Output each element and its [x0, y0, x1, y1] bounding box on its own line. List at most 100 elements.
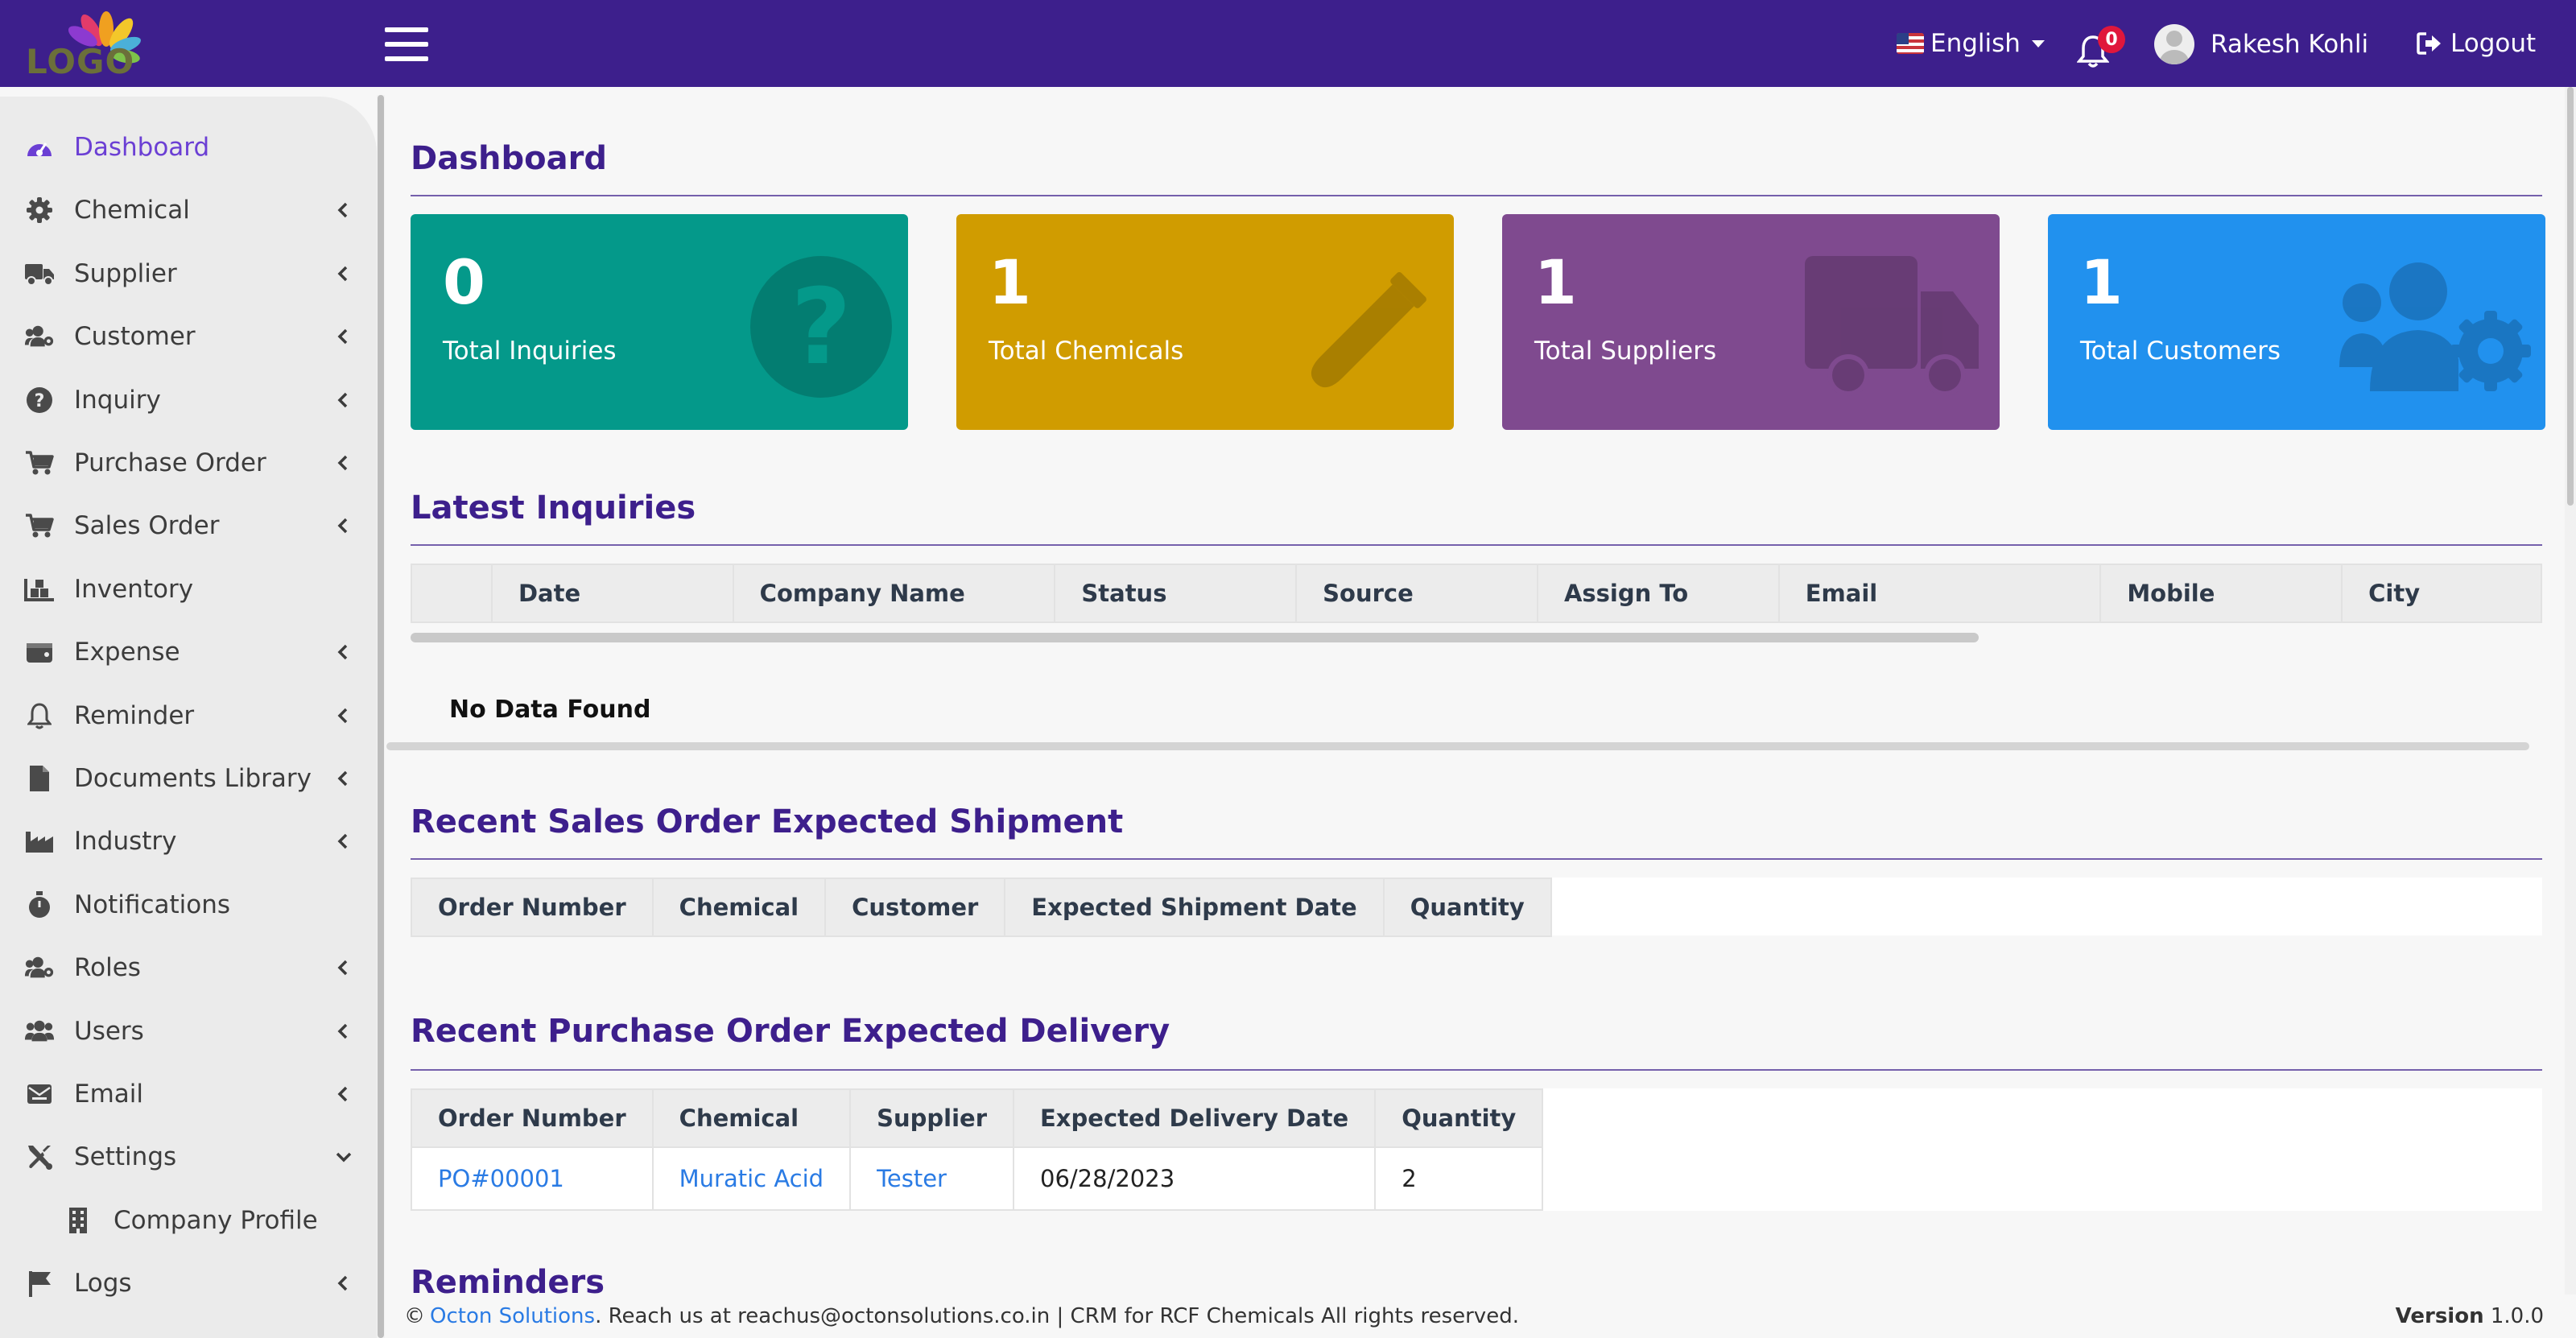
sidebar-item-customer[interactable]: Customer: [0, 308, 370, 365]
column-header[interactable]: Customer: [824, 878, 1006, 937]
sidebar-item-inquiry[interactable]: ? Inquiry: [0, 372, 370, 428]
column-header[interactable]: Chemical: [651, 878, 827, 937]
language-dropdown[interactable]: English: [1897, 27, 2045, 60]
user-name: Rakesh Kohli: [2211, 30, 2369, 59]
expected-delivery-date: 06/28/2023: [1012, 1146, 1377, 1211]
column-header[interactable]: Expected Delivery Date: [1012, 1088, 1377, 1148]
column-header[interactable]: Order Number: [411, 1088, 654, 1148]
column-header[interactable]: [411, 564, 493, 623]
industry-icon: [24, 826, 55, 857]
sidebar-item-chemical[interactable]: Chemical: [0, 182, 370, 238]
sidebar-item-email[interactable]: Email: [0, 1066, 370, 1122]
column-header[interactable]: Date: [490, 564, 734, 623]
column-header[interactable]: City: [2341, 564, 2542, 623]
chevron-left-icon: [335, 201, 353, 219]
supplier-link[interactable]: Tester: [849, 1146, 1014, 1211]
table-body: PO#00001 Muratic Acid Tester 06/28/2023 2: [411, 1146, 1544, 1211]
table-horizontal-scrollbar[interactable]: [411, 633, 1979, 642]
sidebar-item-sales-order[interactable]: Sales Order: [0, 498, 370, 554]
sidebar-item-label: Supplier: [74, 258, 177, 288]
cart-icon: [24, 448, 55, 478]
footer: © Octon Solutions . Reach us at reachus@…: [386, 1295, 2576, 1338]
version-info: Version 1.0.0: [2396, 1304, 2544, 1328]
column-header[interactable]: Quantity: [1374, 1088, 1544, 1148]
total-customers-card[interactable]: 1 Total Customers: [2048, 214, 2545, 430]
card-count: 1: [1534, 246, 1577, 318]
no-data-text: No Data Found: [449, 696, 651, 724]
card-count: 1: [989, 246, 1031, 318]
chevron-left-icon: [335, 1274, 353, 1292]
horizontal-scrollbar[interactable]: [386, 742, 2529, 750]
cart-icon: [24, 510, 55, 541]
total-chemicals-card[interactable]: 1 Total Chemicals: [956, 214, 1454, 430]
section-divider: [411, 195, 2542, 196]
sidebar-item-label: Company Profile: [114, 1205, 318, 1235]
question-icon: ?: [24, 385, 55, 415]
sidebar-item-expense[interactable]: Expense: [0, 624, 370, 680]
sidebar-item-notifications[interactable]: Notifications: [0, 877, 370, 933]
page-scrollbar[interactable]: [2565, 87, 2576, 1338]
notifications-button[interactable]: 0: [2077, 26, 2125, 69]
column-header[interactable]: Assign To: [1536, 564, 1780, 623]
column-header[interactable]: Company Name: [732, 564, 1056, 623]
order-number-link[interactable]: PO#00001: [411, 1146, 654, 1211]
users-cog-icon: [24, 321, 55, 352]
chevron-down-icon: [335, 1148, 353, 1166]
sidebar-item-settings[interactable]: Settings: [0, 1129, 370, 1185]
sidebar-item-supplier[interactable]: Supplier: [0, 246, 370, 302]
column-header[interactable]: Supplier: [849, 1088, 1014, 1148]
avatar: [2154, 24, 2194, 64]
caret-down-icon: [2031, 39, 2045, 47]
sidebar-item-documents-library[interactable]: Documents Library: [0, 750, 370, 807]
chevron-left-icon: [335, 959, 353, 977]
menu-toggle-button[interactable]: [385, 27, 428, 61]
logo[interactable]: LOGO: [23, 6, 167, 81]
sales-shipment-title: Recent Sales Order Expected Shipment: [411, 803, 1124, 840]
column-header[interactable]: Status: [1054, 564, 1298, 623]
sidebar-item-roles[interactable]: Roles: [0, 939, 370, 996]
column-header[interactable]: Expected Shipment Date: [1004, 878, 1385, 937]
user-menu[interactable]: Rakesh Kohli: [2154, 24, 2368, 64]
users-cog-icon: [2339, 262, 2531, 391]
hamburger-bar: [385, 42, 428, 47]
sidebar-item-purchase-order[interactable]: Purchase Order: [0, 435, 370, 491]
column-header[interactable]: Chemical: [651, 1088, 852, 1148]
hamburger-bar: [385, 27, 428, 32]
sidebar-item-reminder[interactable]: Reminder: [0, 688, 370, 744]
latest-inquiries-table: Date Company Name Status Source Assign To Ema…: [411, 564, 2542, 623]
column-header[interactable]: Quantity: [1382, 878, 1552, 937]
chevron-left-icon: [335, 454, 353, 472]
sidebar-item-company-profile[interactable]: Company Profile: [0, 1192, 370, 1249]
sidebar-item-dashboard[interactable]: Dashboard: [0, 119, 370, 176]
page-scrollbar-thumb[interactable]: [2567, 87, 2574, 506]
svg-text:?: ?: [35, 391, 45, 411]
chevron-left-icon: [335, 1085, 353, 1103]
column-header[interactable]: Order Number: [411, 878, 654, 937]
column-header[interactable]: Source: [1295, 564, 1538, 623]
sidebar-scrollbar-thumb[interactable]: [378, 95, 384, 1338]
section-divider: [411, 1069, 2542, 1071]
chemical-link[interactable]: Muratic Acid: [651, 1146, 852, 1211]
column-header[interactable]: Email: [1777, 564, 2102, 623]
sidebar-item-inventory[interactable]: Inventory: [0, 561, 370, 617]
purchase-delivery-title: Recent Purchase Order Expected Delivery: [411, 1013, 1170, 1050]
company-link[interactable]: Octon Solutions: [430, 1304, 595, 1328]
sidebar-item-logs[interactable]: Logs: [0, 1255, 370, 1311]
sidebar-item-label: Roles: [74, 953, 141, 983]
total-suppliers-card[interactable]: 1 Total Suppliers: [1502, 214, 2000, 430]
logout-button[interactable]: Logout: [2417, 29, 2536, 58]
sidebar-scrollbar[interactable]: [377, 95, 385, 1338]
copyright-symbol: ©: [404, 1304, 425, 1328]
sidebar-item-label: Settings: [74, 1142, 177, 1172]
chevron-left-icon: [335, 832, 353, 850]
hamburger-bar: [385, 56, 428, 61]
sidebar-item-industry[interactable]: Industry: [0, 813, 370, 869]
column-header[interactable]: Mobile: [2099, 564, 2343, 623]
top-navbar: LOGO English 0 Rakesh Kohli Logout: [0, 0, 2576, 87]
sidebar-item-users[interactable]: Users: [0, 1003, 370, 1059]
chevron-left-icon: [335, 391, 353, 409]
building-icon: [63, 1205, 93, 1236]
total-inquiries-card[interactable]: 0 Total Inquiries ?: [411, 214, 908, 430]
sidebar-item-label: Notifications: [74, 890, 231, 919]
chevron-left-icon: [335, 643, 353, 661]
